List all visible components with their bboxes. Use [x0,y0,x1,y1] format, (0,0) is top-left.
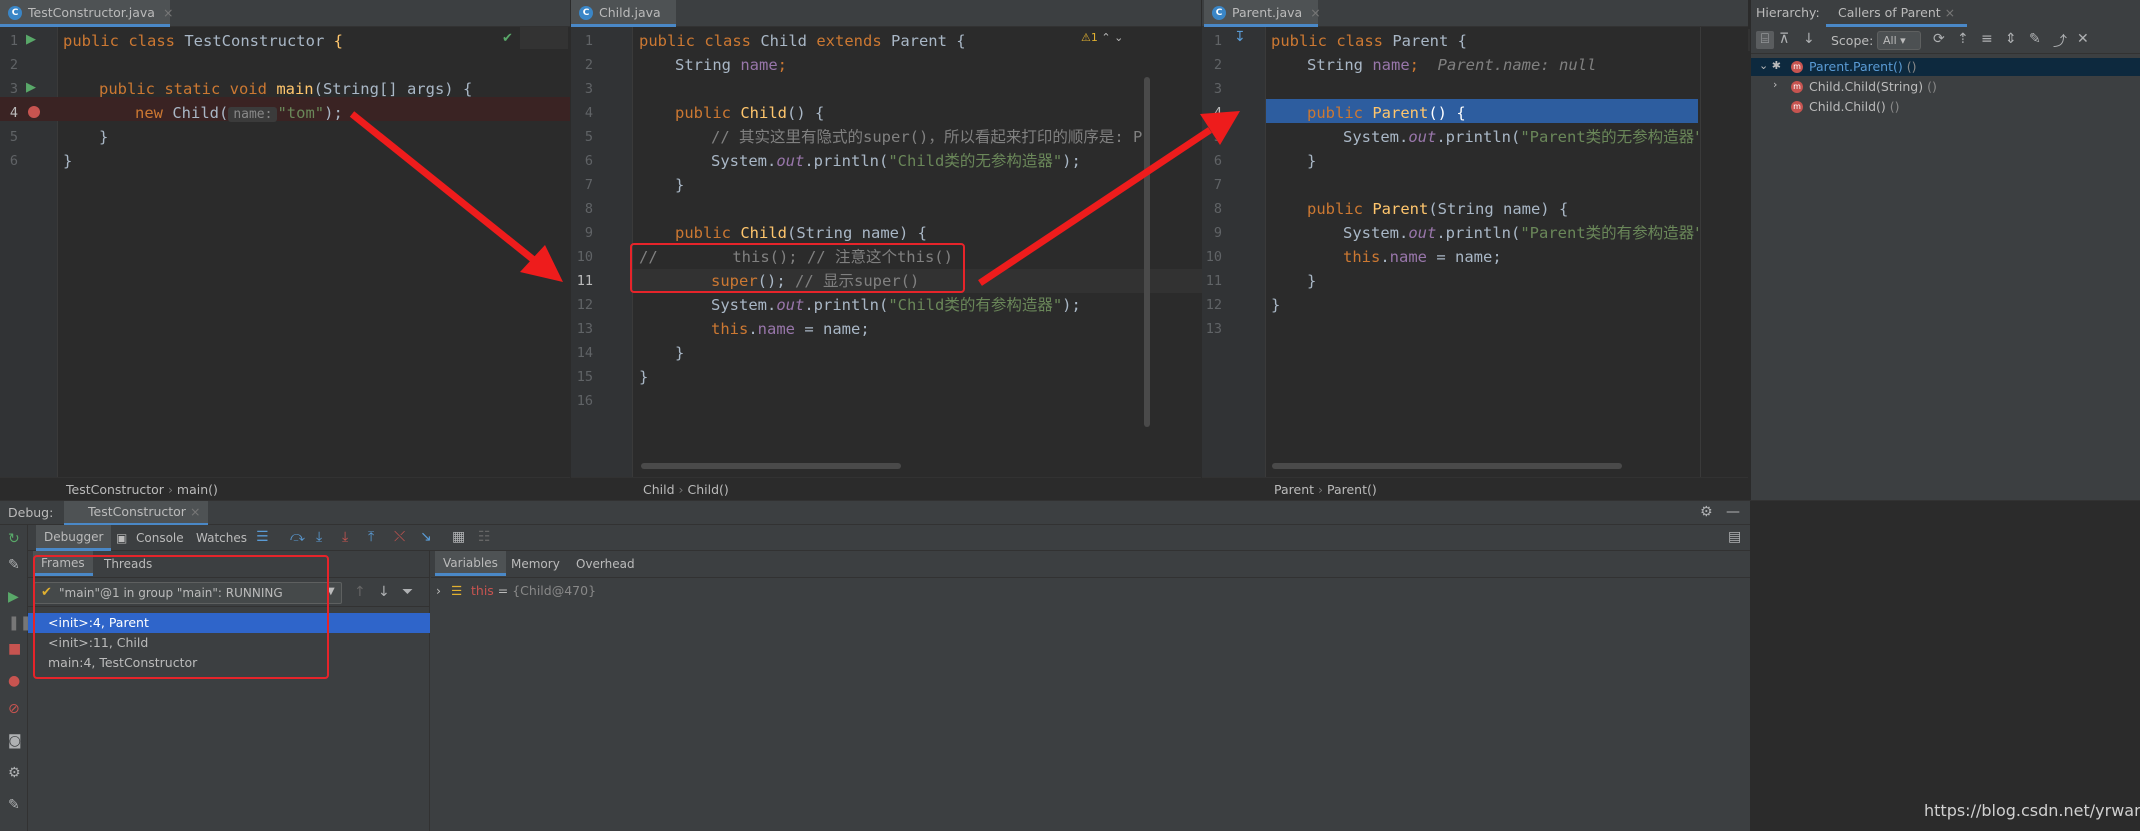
red-arrow-2-shaft [978,127,1212,286]
annotation-arrows [349,111,1240,286]
red-arrow-1-shaft [349,111,543,268]
ide-window: C TestConstructor.java × C Child.java C Pare… [0,0,2140,831]
watermark: https://blog.csdn.net/yrwan95 [1924,801,2140,820]
red-arrow-2-head [1200,111,1240,145]
